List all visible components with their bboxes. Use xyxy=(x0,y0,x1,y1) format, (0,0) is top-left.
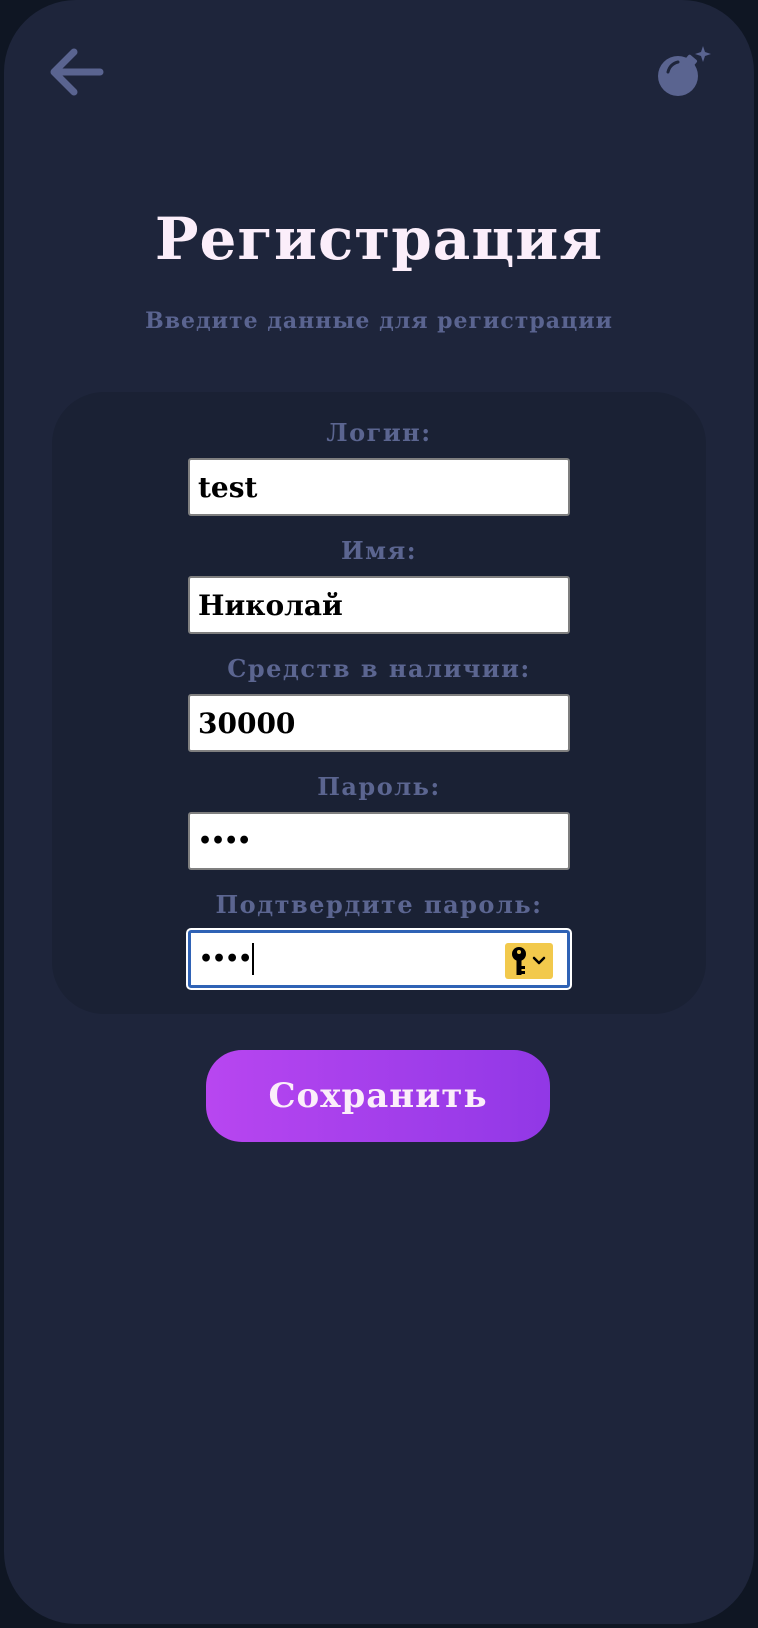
arrow-left-icon xyxy=(50,48,104,96)
confirm-password-label: Подтвердите пароль: xyxy=(215,890,543,919)
registration-form: Логин: test Имя: Николай Средств в налич… xyxy=(52,392,706,1014)
funds-input[interactable]: 30000 xyxy=(188,694,570,752)
funds-value: 30000 xyxy=(198,706,296,740)
name-input[interactable]: Николай xyxy=(188,576,570,634)
login-label: Логин: xyxy=(326,418,432,447)
login-value: test xyxy=(198,470,258,504)
password-label: Пароль: xyxy=(317,772,441,801)
page-subtitle: Введите данные для регистрации xyxy=(145,308,613,334)
confirm-password-input[interactable]: •••• xyxy=(188,930,570,988)
funds-label: Средств в наличии: xyxy=(227,654,531,683)
registration-screen: Регистрация Введите данные для регистрац… xyxy=(4,0,754,1624)
password-input[interactable]: •••• xyxy=(188,812,570,870)
page-title: Регистрация xyxy=(154,205,604,273)
login-input[interactable]: test xyxy=(188,458,570,516)
name-label: Имя: xyxy=(340,536,418,565)
bomb-button[interactable] xyxy=(654,44,712,100)
password-autofill-button[interactable] xyxy=(505,943,553,979)
name-value: Николай xyxy=(198,588,343,622)
confirm-password-value: •••• xyxy=(199,946,252,972)
back-button[interactable] xyxy=(48,46,104,98)
key-icon xyxy=(512,947,546,975)
save-button[interactable]: Сохранить xyxy=(206,1050,550,1142)
text-caret xyxy=(252,943,255,975)
bomb-icon xyxy=(658,46,711,96)
password-value: •••• xyxy=(198,828,251,854)
